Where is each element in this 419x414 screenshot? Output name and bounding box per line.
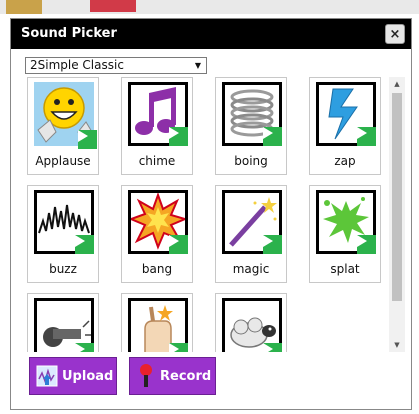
sound-label: zap	[334, 154, 356, 168]
sound-tile-zap[interactable]: zap	[309, 77, 381, 175]
sheep-icon	[222, 298, 282, 352]
sound-tile-buzz[interactable]: buzz	[27, 185, 99, 283]
play-icon[interactable]	[263, 127, 282, 146]
magic-wand-icon	[222, 190, 282, 254]
sound-tile-applause[interactable]: Applause	[27, 77, 99, 175]
play-icon[interactable]	[169, 235, 188, 254]
dialog-titlebar: Sound Picker ×	[11, 19, 411, 49]
sound-label: splat	[330, 262, 360, 276]
sound-tile-sheep[interactable]	[215, 293, 287, 352]
scroll-thumb[interactable]	[392, 93, 402, 301]
play-icon[interactable]	[357, 235, 376, 254]
play-icon[interactable]	[75, 343, 94, 352]
scroll-up-icon[interactable]: ▲	[389, 77, 405, 91]
sound-tile-whistle[interactable]	[27, 293, 99, 352]
sound-tile-boing[interactable]: boing	[215, 77, 287, 175]
upload-icon	[36, 365, 58, 387]
microphone-icon	[136, 363, 156, 389]
background-thumbnail	[6, 0, 42, 14]
play-icon[interactable]	[263, 343, 282, 352]
background-strip	[0, 0, 419, 14]
sound-label: chime	[138, 154, 176, 168]
sound-tile-magic[interactable]: magic	[215, 185, 287, 283]
dialog-title: Sound Picker	[21, 26, 117, 41]
play-icon[interactable]	[78, 130, 97, 149]
sound-picker-dialog: Sound Picker × 2Simple Classic ▼ Applaus…	[10, 18, 412, 410]
sound-label: magic	[232, 262, 270, 276]
close-button[interactable]: ×	[385, 24, 405, 44]
upload-button-label: Upload	[62, 368, 114, 384]
sound-label: bang	[141, 262, 173, 276]
scroll-down-icon[interactable]: ▼	[389, 338, 405, 352]
zigzag-icon	[34, 190, 94, 254]
sound-tile-snap[interactable]	[121, 293, 193, 352]
record-button-label: Record	[160, 368, 212, 384]
play-icon[interactable]	[169, 343, 188, 352]
sound-label: boing	[234, 154, 268, 168]
smiley-clapping-icon	[34, 82, 97, 149]
sound-label: buzz	[49, 262, 77, 276]
chevron-down-icon: ▼	[194, 61, 201, 70]
spring-icon	[222, 82, 282, 146]
finger-snap-icon	[128, 298, 188, 352]
sound-tile-splat[interactable]: splat	[309, 185, 381, 283]
sound-label: Applause	[35, 154, 91, 168]
splat-icon	[316, 190, 376, 254]
sound-grid: Applause chime boing zap buzz bang magic…	[25, 77, 401, 352]
play-icon[interactable]	[169, 127, 188, 146]
explosion-icon	[128, 190, 188, 254]
upload-button[interactable]: Upload	[29, 357, 117, 395]
close-icon: ×	[389, 26, 401, 42]
music-note-icon	[128, 82, 188, 146]
record-button[interactable]: Record	[129, 357, 216, 395]
whistle-icon	[34, 298, 94, 352]
background-thumbnail	[90, 0, 136, 12]
library-select-value: 2Simple Classic	[30, 58, 124, 72]
play-icon[interactable]	[75, 235, 94, 254]
play-icon[interactable]	[263, 235, 282, 254]
lightning-icon	[316, 82, 376, 146]
sound-library-select[interactable]: 2Simple Classic ▼	[25, 57, 207, 74]
play-icon[interactable]	[357, 127, 376, 146]
sound-tile-chime[interactable]: chime	[121, 77, 193, 175]
grid-scrollbar[interactable]: ▲ ▼	[389, 77, 405, 352]
sound-tile-bang[interactable]: bang	[121, 185, 193, 283]
